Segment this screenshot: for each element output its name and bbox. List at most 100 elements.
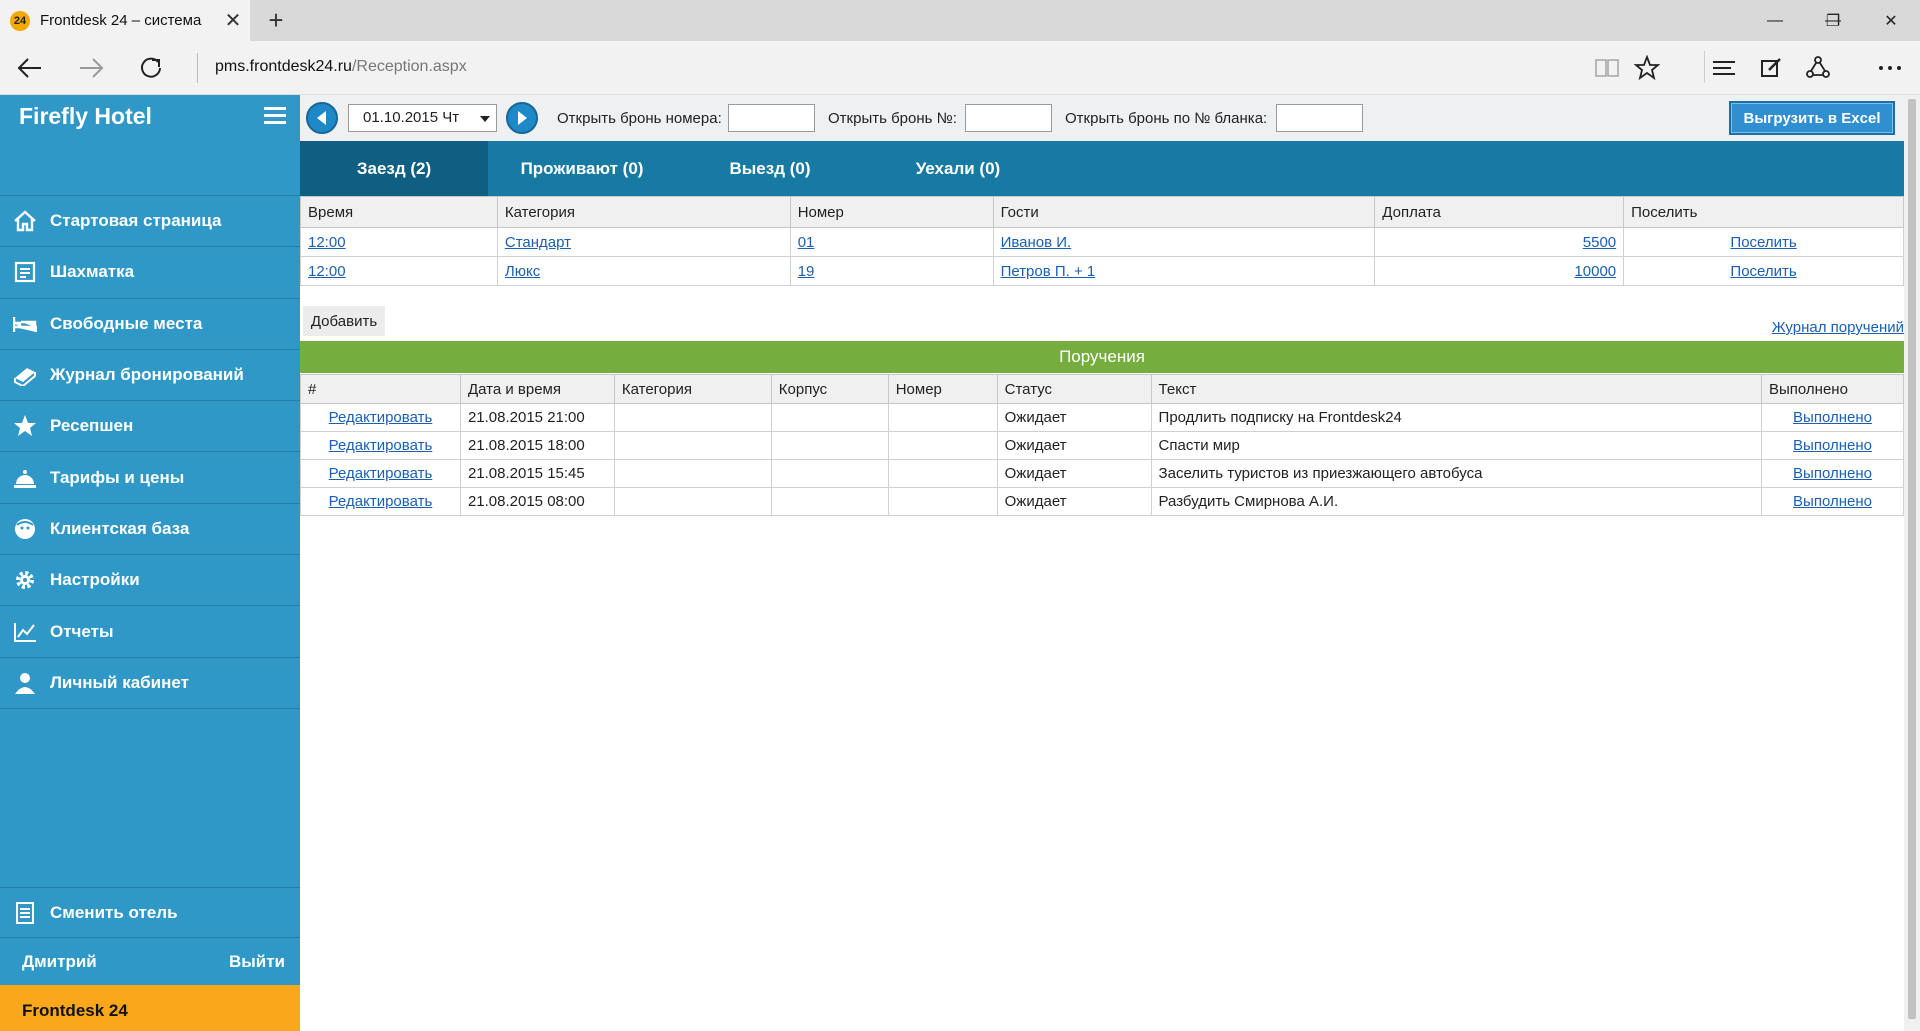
- tab-departure[interactable]: Выезд (0): [676, 141, 864, 196]
- logout-link[interactable]: Выйти: [229, 952, 285, 972]
- sidebar-item-reception[interactable]: Ресепшен: [0, 401, 300, 453]
- open-booking-input[interactable]: [965, 104, 1052, 132]
- url-host: pms.frontdesk24.ru: [215, 58, 352, 75]
- room-link[interactable]: 19: [798, 263, 815, 280]
- share-icon[interactable]: [1798, 49, 1838, 87]
- sidebar-menu: Стартовая страница Шахматка Свободные ме…: [0, 195, 300, 709]
- sidebar-bottom: Сменить отель Дмитрий Выйти Frontdesk 24: [0, 887, 300, 1031]
- mark-done-link[interactable]: Выполнено: [1793, 493, 1872, 510]
- task-text: Заселить туристов из приезжающего автобу…: [1150, 459, 1763, 488]
- sidebar-item-settings[interactable]: Настройки: [0, 555, 300, 607]
- hamburger-menu-icon[interactable]: [264, 107, 286, 128]
- more-icon[interactable]: [1870, 49, 1910, 87]
- tab-close-icon[interactable]: ✕: [216, 8, 250, 33]
- restore-window-icon[interactable]: ❐: [1804, 0, 1862, 41]
- guests-link[interactable]: Иванов И.: [1001, 234, 1072, 251]
- refresh-icon[interactable]: [131, 49, 171, 87]
- category-link[interactable]: Люкс: [505, 263, 540, 280]
- mark-done-link[interactable]: Выполнено: [1793, 465, 1872, 482]
- back-icon[interactable]: [10, 49, 50, 87]
- url-path: /Reception.aspx: [351, 58, 467, 75]
- sidebar-item-clients[interactable]: Клиентская база: [0, 504, 300, 556]
- task-building: [770, 403, 889, 432]
- guests-link[interactable]: Петров П. + 1: [1001, 263, 1096, 280]
- category-link[interactable]: Стандарт: [505, 234, 571, 251]
- user-name[interactable]: Дмитрий: [22, 952, 97, 972]
- reading-view-icon[interactable]: [1587, 49, 1627, 87]
- switch-hotel-button[interactable]: Сменить отель: [0, 887, 300, 938]
- add-button[interactable]: Добавить: [303, 306, 385, 336]
- main-content: 01.10.2015 Чт Открыть бронь номера: Откр…: [300, 95, 1904, 1031]
- payment-link[interactable]: 5500: [1583, 234, 1616, 251]
- arrivals-header-row: Время Категория Номер Гости Доплата Посе…: [300, 196, 1904, 228]
- gear-icon: [12, 567, 38, 593]
- minimize-window-icon[interactable]: —: [1746, 0, 1804, 41]
- footer-brand[interactable]: Frontdesk 24: [0, 985, 300, 1031]
- table-row: Редактировать 21.08.2015 18:00 Ожидает С…: [300, 431, 1904, 460]
- edit-task-link[interactable]: Редактировать: [329, 465, 433, 482]
- open-room-input[interactable]: [728, 104, 815, 132]
- task-status: Ожидает: [996, 403, 1152, 432]
- task-category: [613, 403, 772, 432]
- sidebar-item-account[interactable]: Личный кабинет: [0, 658, 300, 709]
- task-building: [770, 487, 889, 516]
- hotel-name: Firefly Hotel: [19, 103, 152, 129]
- mark-done-link[interactable]: Выполнено: [1793, 409, 1872, 426]
- web-note-icon[interactable]: [1751, 49, 1791, 87]
- task-room: [887, 459, 998, 488]
- arrival-time-link[interactable]: 12:00: [308, 263, 346, 280]
- column-header: Гости: [992, 196, 1376, 228]
- edit-task-link[interactable]: Редактировать: [329, 409, 433, 426]
- edit-task-link[interactable]: Редактировать: [329, 493, 433, 510]
- sidebar-item-label: Клиентская база: [50, 518, 190, 538]
- new-tab-icon[interactable]: +: [262, 6, 290, 34]
- hub-icon[interactable]: [1704, 49, 1744, 87]
- browser-tab[interactable]: 24 Frontdesk 24 – система ✕: [0, 0, 250, 41]
- arrival-time-link[interactable]: 12:00: [308, 234, 346, 251]
- export-excel-button[interactable]: Выгрузить в Excel: [1729, 101, 1895, 135]
- sidebar-item-reports[interactable]: Отчеты: [0, 606, 300, 658]
- tab-departed[interactable]: Уехали (0): [864, 141, 1052, 196]
- sidebar-item-booking-journal[interactable]: Журнал бронирований: [0, 350, 300, 402]
- forward-icon[interactable]: [71, 49, 111, 87]
- address-bar[interactable]: pms.frontdesk24.ru/Reception.aspx: [215, 58, 467, 76]
- tab-arrivals[interactable]: Заезд (2): [300, 141, 488, 196]
- open-blank-input[interactable]: [1276, 104, 1363, 132]
- mark-done-link[interactable]: Выполнено: [1793, 437, 1872, 454]
- tab-staying[interactable]: Проживают (0): [488, 141, 676, 196]
- task-text: Разбудить Смирнова А.И.: [1150, 487, 1763, 516]
- edit-task-link[interactable]: Редактировать: [329, 437, 433, 454]
- column-header: #: [300, 374, 461, 404]
- next-date-button[interactable]: [506, 102, 538, 134]
- switch-hotel-label: Сменить отель: [50, 902, 178, 922]
- check-in-link[interactable]: Поселить: [1730, 234, 1796, 251]
- bed-icon: [12, 311, 38, 337]
- reception-toolbar: 01.10.2015 Чт Открыть бронь номера: Откр…: [300, 95, 1904, 141]
- room-link[interactable]: 01: [798, 234, 815, 251]
- column-header: Поселить: [1623, 196, 1904, 228]
- task-category: [613, 459, 772, 488]
- grid-icon: [12, 259, 38, 285]
- date-select[interactable]: 01.10.2015 Чт: [348, 104, 497, 132]
- payment-link[interactable]: 10000: [1574, 263, 1616, 280]
- table-row: Редактировать 21.08.2015 15:45 Ожидает З…: [300, 459, 1904, 488]
- sidebar-item-tariffs[interactable]: Тарифы и цены: [0, 452, 300, 504]
- sidebar-item-free-places[interactable]: Свободные места: [0, 299, 300, 350]
- task-datetime: 21.08.2015 21:00: [459, 403, 615, 432]
- close-window-icon[interactable]: ✕: [1862, 0, 1920, 41]
- prev-date-button[interactable]: [306, 102, 338, 134]
- sidebar-item-label: Стартовая страница: [50, 211, 222, 231]
- chart-icon: [12, 619, 38, 645]
- open-room-label: Открыть бронь номера:: [557, 110, 722, 127]
- scrollbar-thumb[interactable]: [1908, 99, 1916, 1019]
- table-row: Редактировать 21.08.2015 08:00 Ожидает Р…: [300, 487, 1904, 516]
- column-header: Корпус: [770, 374, 889, 404]
- favorite-star-icon[interactable]: [1627, 49, 1667, 87]
- sidebar-item-label: Свободные места: [50, 313, 203, 333]
- column-header: Категория: [613, 374, 772, 404]
- page-scrollbar[interactable]: [1904, 95, 1920, 1031]
- tasks-journal-link[interactable]: Журнал поручений: [1772, 319, 1904, 336]
- sidebar-item-start[interactable]: Стартовая страница: [0, 196, 300, 248]
- check-in-link[interactable]: Поселить: [1730, 263, 1796, 280]
- sidebar-item-chess[interactable]: Шахматка: [0, 247, 300, 299]
